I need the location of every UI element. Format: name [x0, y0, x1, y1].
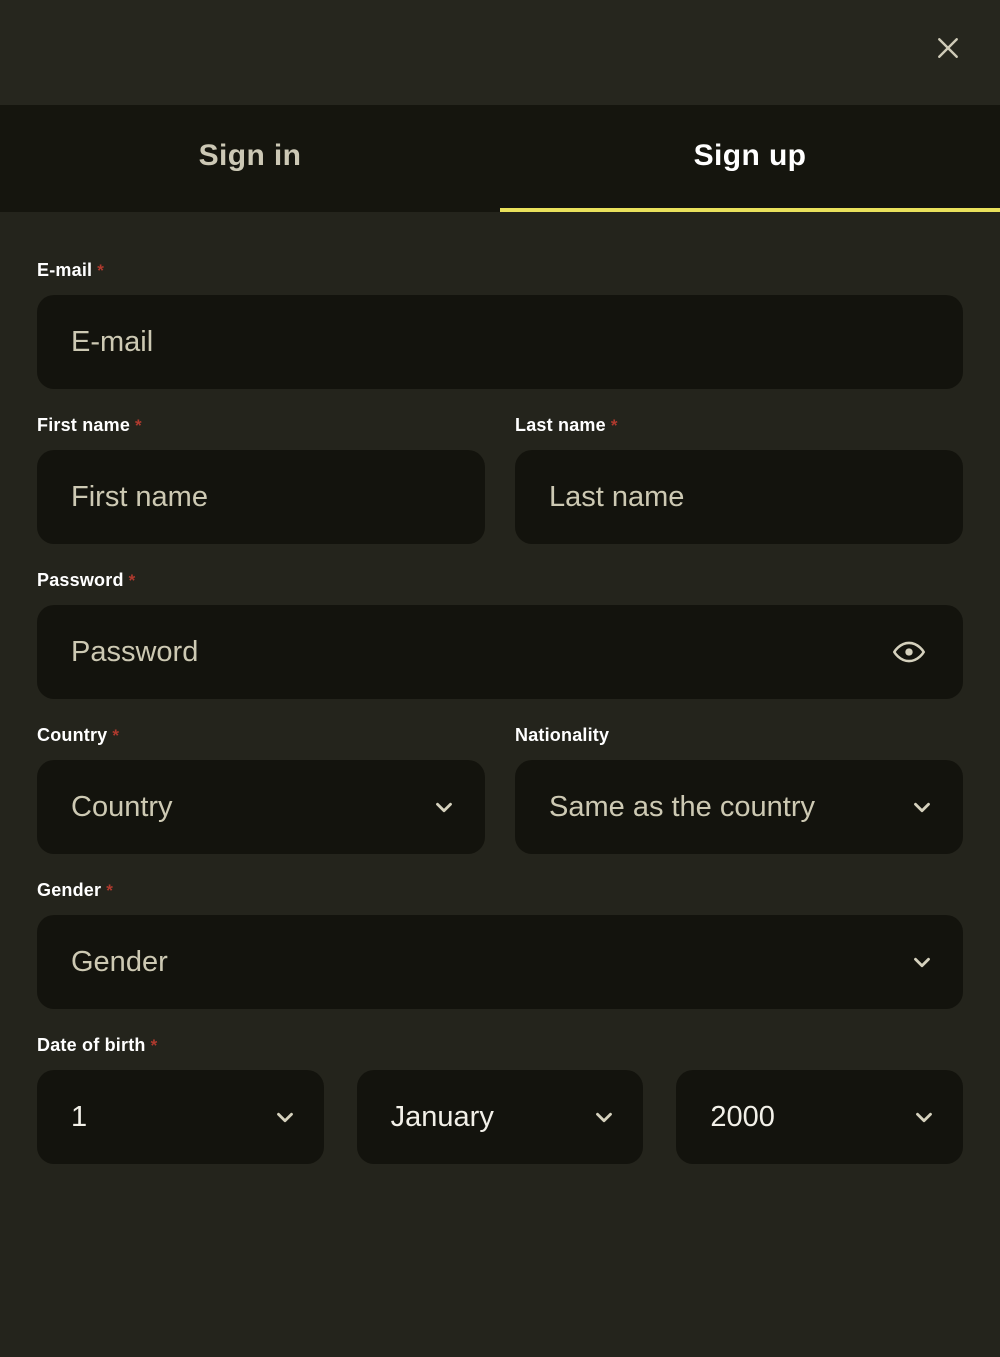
chevron-down-icon [905, 945, 939, 979]
field-date-of-birth: Date of birth * 1 January 2000 [37, 1035, 964, 1164]
field-gender: Gender * Gender [37, 880, 963, 1009]
country-select[interactable]: Country [37, 760, 485, 854]
date-month-select[interactable]: January [356, 1070, 644, 1164]
field-password: Password * Password [37, 570, 963, 699]
signup-form: E-mail * E-mail First name * First name La… [0, 212, 1000, 1357]
first-name-input[interactable]: First name [37, 450, 485, 544]
gender-selected-value: Gender [71, 947, 168, 977]
first-name-label-text: First name [37, 415, 131, 435]
field-last-name: Last name * Last name [515, 415, 963, 544]
country-required-mark: * [112, 726, 120, 745]
gender-required-mark: * [106, 881, 114, 900]
chevron-down-icon [905, 790, 939, 824]
close-icon [933, 33, 963, 63]
last-name-placeholder: Last name [549, 482, 685, 512]
email-label-text: E-mail [37, 260, 93, 280]
first-name-placeholder: First name [71, 482, 208, 512]
nationality-label: Nationality [515, 725, 963, 746]
field-country: Country * Country [37, 725, 485, 854]
password-label: Password * [37, 570, 963, 591]
auth-tabs: Sign in Sign up [0, 105, 1000, 212]
field-email: E-mail * E-mail [37, 260, 963, 389]
password-input[interactable]: Password [37, 605, 963, 699]
email-label: E-mail * [37, 260, 963, 281]
email-required-mark: * [97, 261, 105, 280]
date-of-birth-label-text: Date of birth [37, 1035, 146, 1055]
email-input[interactable]: E-mail [37, 295, 963, 389]
password-required-mark: * [128, 571, 136, 590]
password-placeholder: Password [71, 637, 199, 667]
nationality-label-text: Nationality [515, 725, 610, 745]
date-month-col: January [356, 1070, 644, 1164]
field-first-name: First name * First name [37, 415, 485, 544]
country-selected-value: Country [71, 792, 173, 822]
chevron-down-icon [427, 790, 461, 824]
country-row: Country* Country Nationality Same as th [37, 725, 963, 854]
tab-sign-in-label: Sign in [198, 138, 302, 172]
gender-label-text: Gender [37, 880, 102, 900]
gender-select[interactable]: Gender [37, 915, 963, 1009]
nationality-selected-value: Same as the country [549, 792, 815, 822]
last-name-input[interactable]: Last name [515, 450, 963, 544]
password-label-text: Password [37, 570, 124, 590]
close-button[interactable] [926, 26, 970, 70]
chevron-down-icon [587, 1100, 621, 1134]
gender-label: Gender * [37, 880, 963, 901]
name-row: First name * First name Last name * Last n… [37, 415, 963, 544]
date-year-col: 2000 [676, 1070, 964, 1164]
last-name-required-mark: * [610, 416, 618, 435]
tab-sign-in[interactable]: Sign in [0, 105, 500, 212]
signup-modal: Sign in Sign up E-mail * E-mail First nam… [0, 0, 1000, 1357]
chevron-down-icon [268, 1100, 302, 1134]
first-name-label: First name * [37, 415, 485, 436]
chevron-down-icon [907, 1100, 941, 1134]
last-name-label-text: Last name [515, 415, 606, 435]
first-name-required-mark: * [135, 416, 142, 435]
date-of-birth-label: Date of birth * [37, 1035, 963, 1056]
tab-sign-up[interactable]: Sign up [500, 105, 1000, 212]
date-day-select[interactable]: 1 [37, 1070, 324, 1164]
last-name-label: Last name * [515, 415, 963, 436]
tab-sign-up-label: Sign up [693, 138, 807, 172]
eye-icon[interactable] [887, 630, 931, 674]
date-day-value: 1 [71, 1102, 88, 1132]
date-of-birth-required-mark: * [150, 1036, 158, 1055]
date-year-value: 2000 [710, 1102, 775, 1132]
date-day-col: 1 [37, 1070, 324, 1164]
date-month-value: January [390, 1102, 494, 1132]
date-of-birth-row: 1 January 2000 [37, 1070, 964, 1164]
country-label: Country * [37, 725, 485, 746]
field-nationality: Nationality Same as the country [515, 725, 963, 854]
modal-header [0, 0, 1000, 105]
country-label-text: Country [37, 725, 108, 745]
nationality-select[interactable]: Same as the country [515, 760, 963, 854]
email-placeholder: E-mail [71, 327, 154, 357]
date-year-select[interactable]: 2000 [676, 1070, 964, 1164]
